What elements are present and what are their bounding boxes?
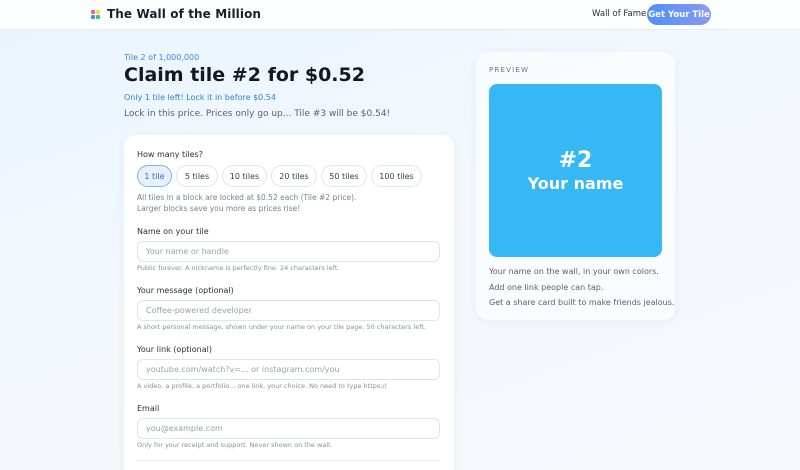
message-label: Your message (optional) (137, 286, 234, 295)
name-label: Name on your tile (137, 227, 209, 236)
link-input[interactable] (137, 359, 440, 380)
tiles-quantity-label: How many tiles? (137, 150, 203, 159)
block-price-note: All tiles in a block are locked at $0.52… (137, 193, 357, 202)
tile-option-5[interactable]: 5 tiles (176, 165, 218, 187)
brand-title[interactable]: The Wall of the Million (107, 7, 261, 21)
tile-option-50[interactable]: 50 tiles (321, 165, 367, 187)
message-input[interactable] (137, 300, 440, 321)
link-hint: A video, a profile, a portfolio... one l… (137, 382, 387, 390)
nav-link-wall-of-fame[interactable]: Wall of Fame (592, 9, 646, 19)
benefit-item: Get a share card built to make friends j… (489, 298, 675, 307)
form-divider (137, 460, 440, 461)
urgency-notice: Only 1 tile left! Lock it in before $0.5… (124, 93, 276, 102)
tile-option-10[interactable]: 10 tiles (222, 165, 267, 187)
email-input[interactable] (137, 418, 440, 439)
tile-quantity-options: 1 tile 5 tiles 10 tiles 20 tiles 50 tile… (137, 165, 447, 187)
link-label: Your link (optional) (137, 345, 212, 354)
email-hint: Only for your receipt and support. Never… (137, 441, 332, 449)
price-subtext: Lock in this price. Prices only go up...… (124, 109, 391, 119)
logo-icon[interactable] (91, 10, 101, 20)
tile-option-100[interactable]: 100 tiles (371, 165, 422, 187)
tile-preview-name: Your name (527, 173, 624, 193)
tile-count: Tile 2 of 1,000,000 (124, 53, 200, 62)
email-label: Email (137, 404, 160, 413)
get-your-tile-button[interactable]: Get Your Tile (647, 4, 711, 25)
benefit-item: Add one link people can tap. (489, 283, 604, 292)
name-hint: Public forever. A nickname is perfectly … (137, 264, 340, 272)
claim-form-card: How many tiles? 1 tile 5 tiles 10 tiles … (124, 135, 454, 470)
page-title: Claim tile #2 for $0.52 (124, 64, 365, 86)
preview-card: PREVIEW #2 Your name Your name on the wa… (476, 52, 675, 320)
tile-option-1[interactable]: 1 tile (137, 165, 172, 187)
benefit-item: Your name on the wall, in your own color… (489, 267, 659, 276)
message-hint: A short personal message, shown under yo… (137, 323, 426, 331)
tile-option-20[interactable]: 20 tiles (271, 165, 317, 187)
block-savings-note: Larger blocks save you more as prices ri… (137, 204, 301, 213)
top-navbar: The Wall of the Million Wall of Fame Get… (0, 0, 800, 30)
tile-preview-number: #2 (558, 147, 593, 173)
name-input[interactable] (137, 241, 440, 262)
tile-preview: #2 Your name (489, 84, 662, 257)
preview-label: PREVIEW (489, 66, 530, 74)
